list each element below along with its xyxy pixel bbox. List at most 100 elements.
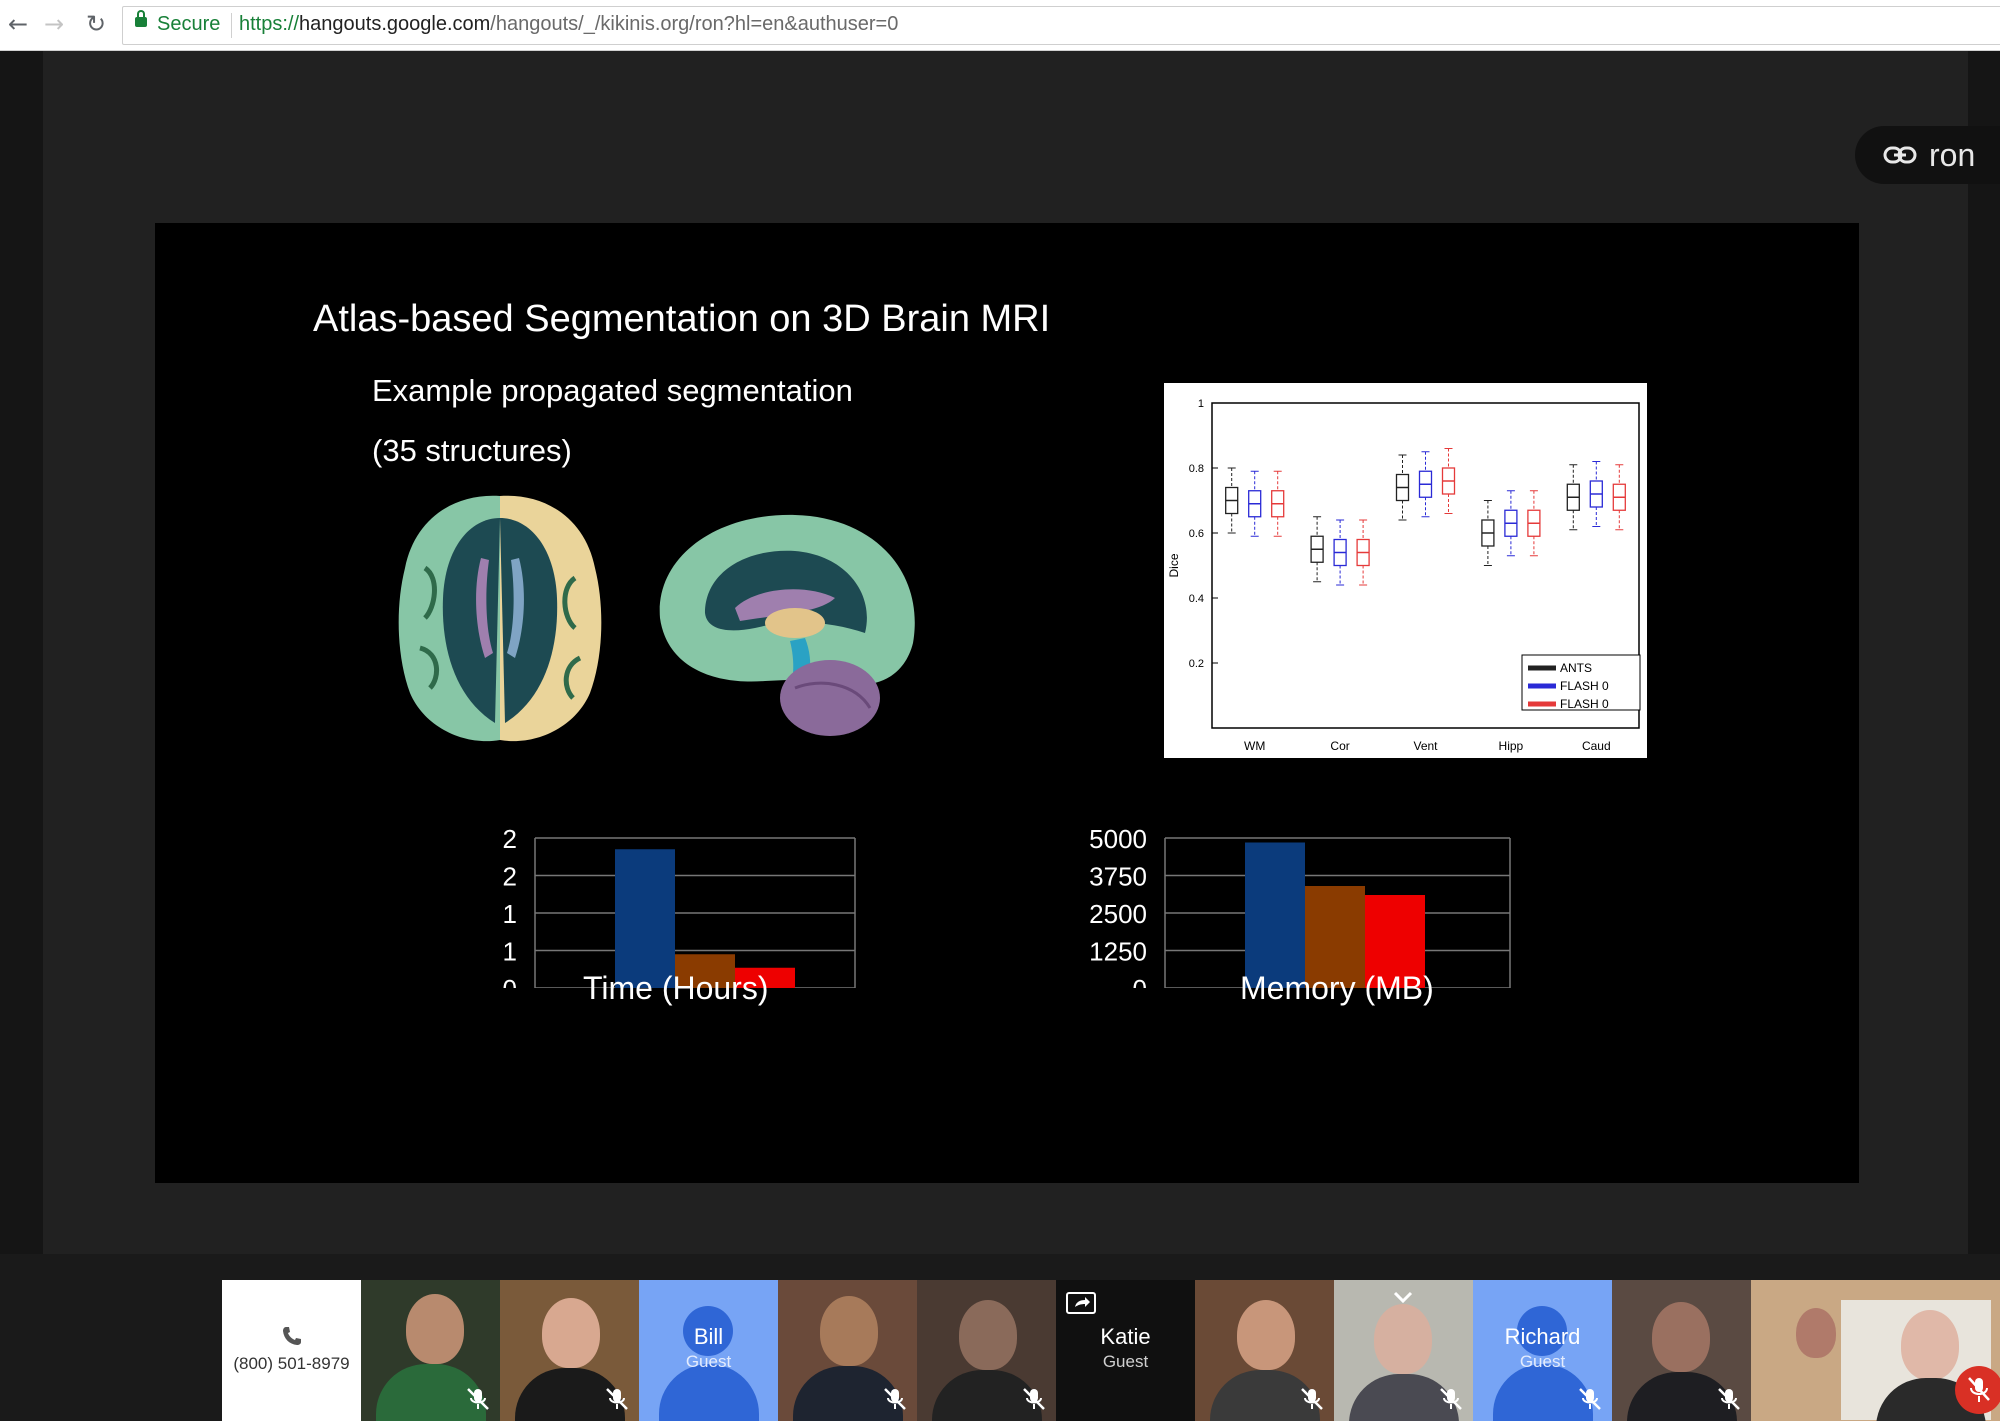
sagittal-brain-image xyxy=(659,514,915,736)
y-tick-label: 1 xyxy=(1198,398,1204,410)
y-tick-label: 3750 xyxy=(1089,862,1147,892)
chevron-down-icon[interactable] xyxy=(1392,1290,1414,1304)
hangout-owner-chip[interactable]: ron xyxy=(1855,126,2000,184)
participant-face xyxy=(1237,1300,1295,1370)
y-tick-label: 0 xyxy=(1133,974,1147,988)
divider xyxy=(231,13,232,38)
time-chart-canvas: 2 2 1 1 0 xyxy=(503,824,856,1004)
participant-video[interactable] xyxy=(917,1280,1056,1421)
link-icon xyxy=(1883,146,1917,164)
participant-name: Richard xyxy=(1504,1324,1581,1349)
presentation-slide: Atlas-based Segmentation on 3D Brain MRI… xyxy=(155,223,1859,1183)
participant-video[interactable] xyxy=(500,1280,639,1421)
mic-off-icon xyxy=(1579,1388,1601,1410)
x-tick-label: Cor xyxy=(1330,739,1349,753)
slide-title: Atlas-based Segmentation on 3D Brain MRI xyxy=(313,298,1051,340)
y-tick-label: 5000 xyxy=(1089,824,1147,854)
box-Vent-2 xyxy=(1441,448,1456,514)
participant-video[interactable] xyxy=(361,1280,500,1421)
mic-off-icon xyxy=(1440,1388,1462,1410)
y-tick-label: 0 xyxy=(503,974,517,988)
slide-subtitle: Example propagated segmentation xyxy=(372,373,853,408)
y-tick-label: 0.8 xyxy=(1189,463,1204,475)
box-Hipp-0 xyxy=(1481,500,1495,566)
y-tick-label: 2500 xyxy=(1089,899,1147,929)
microphone-muted-button[interactable] xyxy=(1955,1366,2000,1414)
participant-face xyxy=(820,1296,878,1366)
mic-off-icon xyxy=(1023,1388,1045,1410)
participant-type: Guest xyxy=(1102,1352,1149,1371)
y-tick-label: 0.2 xyxy=(1189,658,1204,670)
time-chart: 2 2 1 1 0 Time (Hours) xyxy=(455,808,875,1006)
participant-face xyxy=(1652,1302,1710,1372)
y-tick-label: 2 xyxy=(503,824,517,854)
main-stage: ron Atlas-based Segmentation on 3D Brain… xyxy=(0,51,2000,1254)
box-Cor-0 xyxy=(1310,516,1324,583)
x-tick-label: Hipp xyxy=(1499,739,1524,753)
reload-icon[interactable]: ↻ xyxy=(82,10,110,38)
y-tick-label: 1250 xyxy=(1089,937,1147,967)
participant-video[interactable] xyxy=(1195,1280,1334,1421)
x-tick-label: WM xyxy=(1244,739,1265,753)
participant-strip: (800) 501-8979 Bill Guest Katie Guest Ri… xyxy=(0,1254,2000,1421)
y-tick-label: 2 xyxy=(503,862,517,892)
mic-off-icon xyxy=(884,1388,906,1410)
participant-face xyxy=(542,1298,600,1368)
participant-face xyxy=(959,1300,1017,1370)
box-Cor-1 xyxy=(1333,519,1347,586)
y-tick-label: 0.4 xyxy=(1189,593,1204,605)
participant-face xyxy=(1374,1304,1432,1374)
y-tick-label: 0.6 xyxy=(1189,528,1204,540)
participant-phone[interactable]: (800) 501-8979 xyxy=(222,1280,361,1421)
participant-type: Guest xyxy=(1519,1352,1566,1371)
box-Cor-2 xyxy=(1356,519,1370,586)
y-tick-label: 1 xyxy=(503,937,517,967)
url-text[interactable]: https://hangouts.google.com/hangouts/_/k… xyxy=(239,13,898,36)
screen-share-icon xyxy=(1066,1292,1096,1314)
participant-video[interactable] xyxy=(778,1280,917,1421)
participant-face xyxy=(1796,1308,1836,1358)
url-path: /hangouts/_/kikinis.org/ron?hl=en&authus… xyxy=(490,13,899,35)
legend-label: FLASH 0 xyxy=(1560,697,1609,711)
url-host: hangouts.google.com xyxy=(299,13,491,35)
mic-off-icon xyxy=(1968,1377,1990,1402)
x-tick-label: Caud xyxy=(1582,739,1611,753)
box-Vent-0 xyxy=(1395,454,1410,521)
time-chart-label: Time (Hours) xyxy=(583,970,769,1006)
participant-guest-richard[interactable]: Richard Guest xyxy=(1473,1280,1612,1421)
box-Caud-0 xyxy=(1566,464,1580,531)
participant-type: Guest xyxy=(685,1352,732,1371)
y-tick-label: 1 xyxy=(503,899,517,929)
address-bar[interactable]: Secure https://hangouts.google.com/hango… xyxy=(122,6,2000,45)
back-icon[interactable]: ← xyxy=(4,10,32,38)
forward-icon[interactable]: → xyxy=(40,10,68,38)
boxplot-legend: ANTS FLASH 0 FLASH 0 xyxy=(1521,654,1641,711)
participant-video[interactable] xyxy=(1612,1280,1751,1421)
y-axis-label: Dice xyxy=(1167,553,1181,577)
mic-off-icon xyxy=(467,1388,489,1410)
box-Hipp-2 xyxy=(1527,490,1541,557)
bar xyxy=(1245,842,1305,988)
x-tick-label: Vent xyxy=(1413,739,1438,753)
participant-guest-bill[interactable]: Bill Guest xyxy=(639,1280,778,1421)
box-WM-0 xyxy=(1225,467,1239,534)
axial-brain-image xyxy=(398,495,602,742)
box-Caud-2 xyxy=(1612,464,1626,531)
participant-name: Bill xyxy=(693,1324,724,1349)
dice-boxplot: 1 0.8 0.6 0.4 0.2 Dice WM Cor Vent Hipp Caud ANTS FL… xyxy=(1164,383,1647,758)
memory-chart-canvas: 5000 3750 2500 1250 0 xyxy=(1089,824,1511,1004)
bar xyxy=(615,849,675,988)
box-WM-2 xyxy=(1271,470,1285,537)
box-WM-1 xyxy=(1248,470,1262,537)
url-scheme: https:// xyxy=(239,13,300,35)
box-Hipp-1 xyxy=(1504,490,1518,557)
memory-chart: 5000 3750 2500 1250 0 Memory (MB) xyxy=(1085,808,1525,1006)
lock-icon xyxy=(135,10,147,27)
box-Caud-1 xyxy=(1589,461,1603,527)
participant-face xyxy=(1901,1310,1959,1380)
participant-video[interactable] xyxy=(1334,1280,1473,1421)
participant-name: Katie xyxy=(1100,1324,1151,1349)
slide-subtitle-structures: (35 structures) xyxy=(372,433,572,468)
phone-icon xyxy=(283,1327,301,1345)
participant-presenting-katie[interactable]: Katie Guest xyxy=(1056,1280,1195,1421)
